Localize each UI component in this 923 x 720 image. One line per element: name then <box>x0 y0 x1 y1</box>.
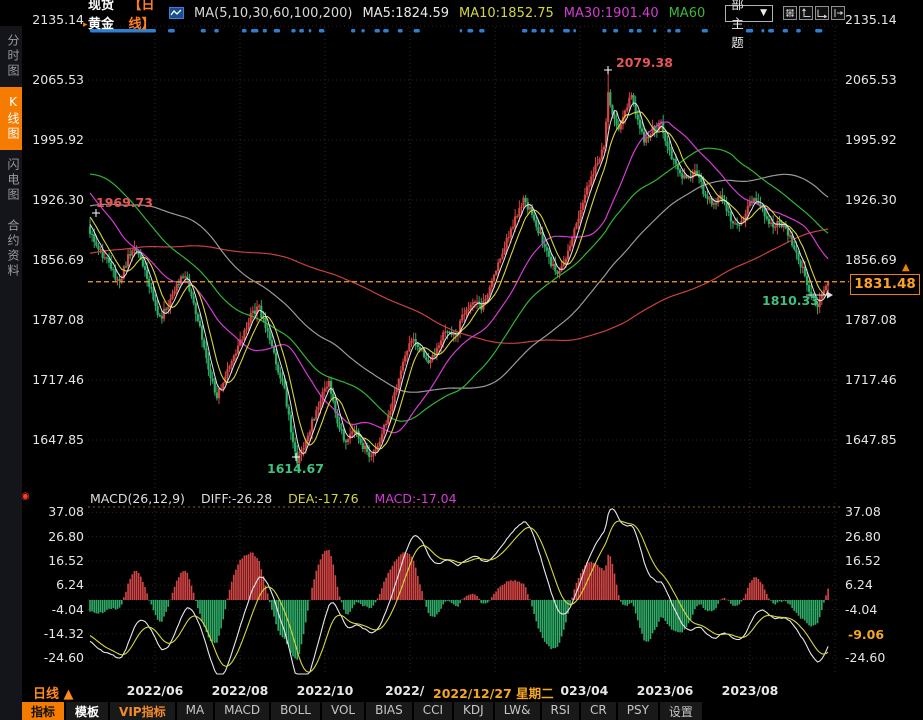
toolbar-item-bias[interactable]: BIAS <box>366 702 412 720</box>
macd-axis-label-right: -4.04 <box>845 603 877 616</box>
ma10-value: MA10:1852.75 <box>459 6 554 21</box>
x-tick: 2022/08 <box>212 683 269 698</box>
annotation-late-low: 1810.33 <box>762 293 819 308</box>
macd-axis-label-right: 6.24 <box>845 579 873 592</box>
chart-tool-icons <box>783 6 845 20</box>
theme-dropdown-label: 全部主题 <box>731 0 756 51</box>
cursor-date-tooltip: 2022/12/27 星期二 <box>427 682 560 703</box>
toolbar-item-vip-indicator[interactable]: VIP指标 <box>110 702 175 720</box>
macd-axis-label-left: -24.60 <box>22 652 84 665</box>
chart-canvas[interactable] <box>0 0 923 720</box>
macd-axis-label-left: 37.08 <box>22 506 84 519</box>
x-tick: 2023/04 <box>552 683 609 698</box>
price-axis-label-left: 1787.08 <box>22 314 84 327</box>
price-axis-label-left: 1926.30 <box>22 194 84 207</box>
current-price-badge: 1831.48 <box>850 274 920 295</box>
theme-dropdown[interactable]: 全部主题 ▼ <box>725 5 773 22</box>
ma60-value: MA60 <box>669 6 706 21</box>
sidebar-item-time-chart[interactable]: 分时图 <box>0 26 22 87</box>
macd-axis-label-left: 26.80 <box>22 530 84 543</box>
price-axis-label-right: 1856.69 <box>845 254 897 267</box>
ma5-value: MA5:1824.59 <box>362 6 449 21</box>
x-tick: 2022/06 <box>127 683 184 698</box>
macd-axis-label-right: 37.08 <box>845 506 881 519</box>
period-selector[interactable]: 日线 ▲ <box>33 683 74 702</box>
macd-cursor-badge: -9.06 <box>843 626 889 643</box>
top-bar: 现货黄金 【日线】 MA(5,10,30,60,100,200) MA5:182… <box>0 0 923 26</box>
price-axis-label-right: 2065.53 <box>845 74 897 87</box>
x-tick: 2022/10 <box>297 683 354 698</box>
price-axis-label-right: 1995.92 <box>845 134 897 147</box>
macd-axis-label-left: 16.52 <box>22 555 84 568</box>
symbol-title: 现货黄金 <box>88 0 119 32</box>
price-axis-label-left: 2065.53 <box>22 74 84 87</box>
scale-y-axis-icon[interactable] <box>799 6 813 20</box>
annotation-low: 1614.67 <box>267 461 324 476</box>
toolbar-item-macd[interactable]: MACD <box>215 702 269 720</box>
price-axis-label-left: 1856.69 <box>22 254 84 267</box>
sidebar-item-contract-info[interactable]: 合约资料 <box>0 211 22 287</box>
price-axis-label-left: 1717.46 <box>22 374 84 387</box>
toolbar-item-psy[interactable]: PSY <box>618 702 658 720</box>
sidebar-item-kline-chart[interactable]: K线图 <box>0 87 22 150</box>
x-axis-row: 日线 ▲ 2022/06 2022/08 2022/10 2022/ 2023/… <box>0 681 923 701</box>
annotation-early-high: 1969.73 <box>96 195 153 210</box>
chart-type-icon[interactable] <box>169 7 184 19</box>
macd-params-label: MACD(26,12,9) <box>90 491 185 506</box>
toolbar-item-cr[interactable]: CR <box>581 702 616 720</box>
toolbar-item-settings[interactable]: 设置 <box>660 702 702 720</box>
toolbar-item-rsi[interactable]: RSI <box>542 702 580 720</box>
left-sidebar: 分时图 K线图 闪电图 合约资料 <box>0 26 22 720</box>
price-up-arrow-icon: ▲ <box>902 262 910 273</box>
macd-macd-value: MACD:-17.04 <box>375 491 457 506</box>
period-tag: 【日线】 <box>129 0 160 32</box>
alert-dot-icon: ◉ <box>21 491 30 502</box>
macd-axis-label-left: 6.24 <box>22 579 84 592</box>
x-tick: 2023/08 <box>722 683 779 698</box>
sidebar-item-lightning-chart[interactable]: 闪电图 <box>0 150 22 211</box>
macd-axis-label-right: -24.60 <box>845 652 885 665</box>
macd-axis-label-left: -4.04 <box>22 603 84 616</box>
toolbar-item-template[interactable]: 模板 <box>66 702 108 720</box>
toolbar-item-boll[interactable]: BOLL <box>271 702 320 720</box>
chevron-down-icon: ▼ <box>760 8 767 18</box>
trading-app: 现货黄金 【日线】 MA(5,10,30,60,100,200) MA5:182… <box>0 0 923 720</box>
toolbar-item-lw[interactable]: LW& <box>495 702 540 720</box>
price-axis-label-left: 1647.85 <box>22 434 84 447</box>
macd-header: MACD(26,12,9) DIFF:-26.28 DEA:-17.76 MAC… <box>90 491 457 506</box>
macd-dea-value: DEA:-17.76 <box>288 491 358 506</box>
toolbar-item-vol[interactable]: VOL <box>322 702 364 720</box>
x-tick: 2022/ <box>385 683 424 698</box>
macd-axis-label-right: 16.52 <box>845 555 881 568</box>
ma30-value: MA30:1901.40 <box>564 6 659 21</box>
price-axis-label-right: 1717.46 <box>845 374 897 387</box>
macd-axis-label-left: -14.32 <box>22 628 84 641</box>
indicator-toolbar: 指标 模板 VIP指标 MA MACD BOLL VOL BIAS CCI KD… <box>22 702 923 720</box>
macd-axis-label-right: 26.80 <box>845 530 881 543</box>
price-axis-label-right: 1926.30 <box>845 194 897 207</box>
price-axis-label-left: 1995.92 <box>22 134 84 147</box>
annotation-high: 2079.38 <box>616 55 673 70</box>
toolbar-item-kdj[interactable]: KDJ <box>454 702 493 720</box>
price-axis-label-right: 1647.85 <box>845 434 897 447</box>
macd-diff-value: DIFF:-26.28 <box>201 491 272 506</box>
toolbar-item-indicator[interactable]: 指标 <box>22 702 64 720</box>
scale-x-axis-icon[interactable] <box>815 6 829 20</box>
toolbar-item-cci[interactable]: CCI <box>414 702 452 720</box>
toolbar-item-ma[interactable]: MA <box>177 702 214 720</box>
price-axis-label-right: 1787.08 <box>845 314 897 327</box>
pan-crosshair-icon[interactable] <box>783 6 797 20</box>
ma-settings-label: MA(5,10,30,60,100,200) <box>194 6 352 21</box>
x-tick: 2023/06 <box>637 683 694 698</box>
go-to-latest-icon[interactable] <box>831 6 845 20</box>
